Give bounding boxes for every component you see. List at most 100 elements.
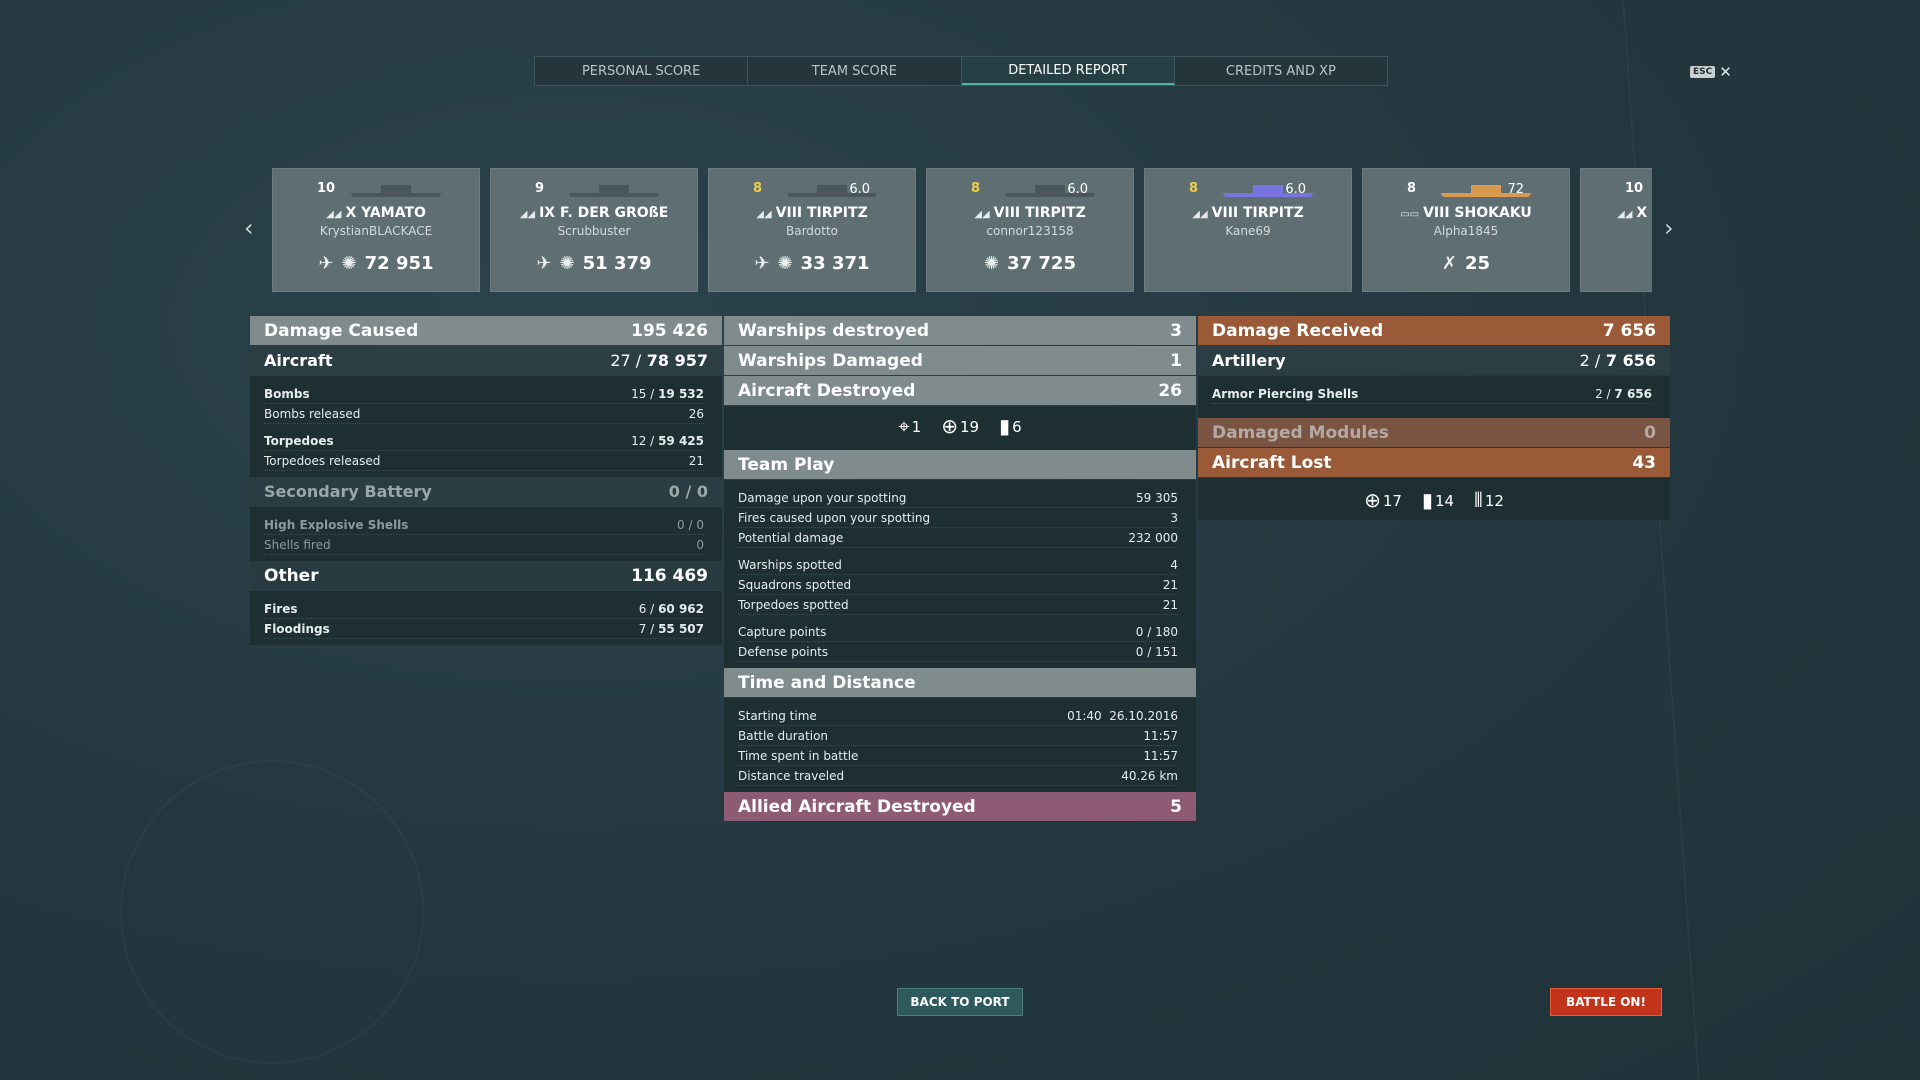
player-name: Kane69 bbox=[1225, 224, 1271, 238]
tp-row: Defense points 0 / 151 bbox=[738, 642, 1178, 662]
tp-row: Warships spotted 4 bbox=[738, 555, 1178, 575]
player-name: KrystianBLACKACE bbox=[319, 224, 433, 238]
damage-received-header: Damage Received 7 656 bbox=[1198, 316, 1670, 345]
torpedo-plane-icon: ✈ bbox=[536, 253, 552, 274]
carousel-prev-arrow[interactable]: ‹ bbox=[244, 214, 254, 242]
tab-team-score[interactable]: TEAM SCORE bbox=[748, 57, 962, 85]
shells-fired-row: Shells fired 0 bbox=[264, 535, 704, 555]
torpedoes-released-row: Torpedoes released 21 bbox=[264, 451, 704, 471]
bombs-released-row: Bombs released 26 bbox=[264, 404, 704, 424]
bombs-row: Bombs 15 / 19 532 bbox=[264, 384, 704, 404]
battleship-icon: ◢◢ bbox=[1192, 209, 1208, 220]
tp-row: Potential damage 232 000 bbox=[738, 528, 1178, 548]
tp-row: Squadrons spotted 21 bbox=[738, 575, 1178, 595]
ship-name: X bbox=[1636, 205, 1648, 221]
matchmaking-value: 72 bbox=[1507, 182, 1524, 197]
secondary-battery-header: Secondary Battery 0 / 0 bbox=[250, 477, 722, 506]
fighter-crosshair-icon: ⊕ bbox=[1364, 488, 1381, 512]
damage-caused-panel: Damage Caused 195 426 Aircraft 27 / 78 957… bbox=[250, 316, 722, 645]
team-play-header: Team Play bbox=[724, 450, 1196, 479]
player-name: Alpha1845 bbox=[1433, 224, 1499, 238]
ship-score: 25 bbox=[1465, 253, 1491, 274]
ship-tier: 10 bbox=[1625, 181, 1644, 196]
artillery-row: Artillery 2 / 7 656 bbox=[1198, 346, 1670, 375]
td-row: Battle duration 11:57 bbox=[738, 726, 1178, 746]
torpedo-bomber-crosshair-icon: ⊕ bbox=[941, 414, 958, 438]
tp-row: Torpedoes spotted 21 bbox=[738, 595, 1178, 615]
damage-burst-icon: ✺ bbox=[984, 253, 1000, 274]
ship-tier: 8 bbox=[753, 181, 763, 196]
tab-personal-score[interactable]: PERSONAL SCORE bbox=[535, 57, 749, 85]
damage-caused-header: Damage Caused 195 426 bbox=[250, 316, 722, 345]
td-row: Time spent in battle 11:57 bbox=[738, 746, 1178, 766]
close-icon: ✕ bbox=[1719, 63, 1732, 81]
ship-card[interactable]: 9 ◢◢ IX F. DER GROßE Scrubbuster ✈ ✺ 51 379 bbox=[490, 168, 698, 292]
damage-caused-value: 195 426 bbox=[631, 320, 708, 341]
damage-burst-icon: ✺ bbox=[341, 253, 357, 274]
torpedo-plane-icon: ✈ bbox=[754, 253, 770, 274]
battleship-icon: ◢◢ bbox=[756, 209, 772, 220]
battleship-icon: ◢◢ bbox=[326, 209, 342, 220]
ship-name: X YAMATO bbox=[345, 205, 426, 221]
aircraft-destroyed-header: Aircraft Destroyed 26 bbox=[724, 376, 1196, 405]
esc-key-label: ESC bbox=[1690, 66, 1716, 78]
ship-score: 51 379 bbox=[582, 253, 652, 274]
planes-destroyed-icon: ✗ bbox=[1441, 253, 1458, 274]
bomb-icon: ▮ bbox=[999, 414, 1011, 438]
ship-tier: 10 bbox=[317, 181, 336, 196]
torpedoes-row: Torpedoes 12 / 59 425 bbox=[264, 431, 704, 451]
aircraft-lost-breakdown: ⊕ 17 ▮ 14 ⦀ 12 bbox=[1198, 478, 1670, 520]
torpedo-icon: ⦀ bbox=[1474, 488, 1483, 512]
ship-card[interactable]: 8 72 ▭▭ VIII SHOKAKU Alpha1845 ✗ 25 bbox=[1362, 168, 1570, 292]
ship-tier: 9 bbox=[535, 181, 545, 196]
ship-card[interactable]: 8 6.0 ◢◢ VIII TIRPITZ connor123158 ✺ 37 72… bbox=[926, 168, 1134, 292]
player-name: Bardotto bbox=[785, 224, 839, 238]
ship-score: 33 371 bbox=[800, 253, 870, 274]
tab-detailed-report[interactable]: DETAILED REPORT bbox=[961, 57, 1175, 85]
ship-name: VIII SHOKAKU bbox=[1423, 205, 1532, 221]
back-to-port-button[interactable]: BACK TO PORT bbox=[897, 988, 1023, 1016]
ship-name: VIII TIRPITZ bbox=[993, 205, 1086, 221]
battleship-icon: ◢◢ bbox=[1617, 209, 1633, 220]
ship-silhouette-icon bbox=[351, 183, 441, 197]
ship-card[interactable]: 10 ◢◢ X bbox=[1580, 168, 1652, 292]
aircraft-lost-header: Aircraft Lost 43 bbox=[1198, 448, 1670, 477]
allied-aircraft-destroyed-header: Allied Aircraft Destroyed 5 bbox=[724, 792, 1196, 821]
fires-row: Fires 6 / 60 962 bbox=[264, 599, 704, 619]
tp-row: Capture points 0 / 180 bbox=[738, 622, 1178, 642]
battleship-icon: ◢◢ bbox=[519, 209, 536, 220]
tp-row: Damage upon your spotting 59 305 bbox=[738, 488, 1178, 508]
report-tabs: PERSONAL SCORE TEAM SCORE DETAILED REPOR… bbox=[534, 56, 1388, 86]
ship-card[interactable]: 8 6.0 ◢◢ VIII TIRPITZ Kane69 bbox=[1144, 168, 1352, 292]
damage-burst-icon: ✺ bbox=[777, 253, 793, 274]
matchmaking-value: 6.0 bbox=[849, 182, 870, 197]
floodings-row: Floodings 7 / 55 507 bbox=[264, 619, 704, 639]
player-name: connor123158 bbox=[986, 224, 1074, 238]
battle-on-button[interactable]: BATTLE ON! bbox=[1550, 988, 1662, 1016]
fighter-crosshair-icon: ⌖ bbox=[898, 414, 910, 438]
time-distance-header: Time and Distance bbox=[724, 668, 1196, 697]
matchmaking-value: 6.0 bbox=[1067, 182, 1088, 197]
aircraft-damage-row: Aircraft 27 / 78 957 bbox=[250, 346, 722, 375]
ship-score: 37 725 bbox=[1007, 253, 1076, 274]
ship-silhouette-icon bbox=[569, 183, 659, 197]
ship-name: VIII TIRPITZ bbox=[1211, 205, 1304, 221]
ship-name: IX F. DER GROßE bbox=[539, 205, 669, 221]
td-row: Distance traveled 40.26 km bbox=[738, 766, 1178, 786]
damage-burst-icon: ✺ bbox=[559, 253, 575, 274]
player-name: Scrubbuster bbox=[557, 224, 631, 238]
ship-tier: 8 bbox=[971, 181, 981, 196]
carousel-next-arrow[interactable]: › bbox=[1664, 214, 1674, 242]
he-shells-row: High Explosive Shells 0 / 0 bbox=[264, 515, 704, 535]
matchmaking-value: 6.0 bbox=[1285, 182, 1306, 197]
battleship-icon: ◢◢ bbox=[974, 209, 990, 220]
ship-card[interactable]: 10 ◢◢ X YAMATO KrystianBLACKACE ✈ ✺ 72 951 bbox=[272, 168, 480, 292]
ap-shells-row: Armor Piercing Shells 2 / 7 656 bbox=[1212, 384, 1652, 404]
other-damage-header: Other 116 469 bbox=[250, 561, 722, 590]
carrier-icon: ▭▭ bbox=[1400, 209, 1420, 220]
ship-score: 72 951 bbox=[364, 253, 434, 274]
close-button[interactable]: ESC ✕ bbox=[1690, 63, 1732, 81]
tab-credits-and-xp[interactable]: CREDITS AND XP bbox=[1174, 57, 1387, 85]
ship-card[interactable]: 8 6.0 ◢◢ VIII TIRPITZ Bardotto ✈ ✺ 33 371 bbox=[708, 168, 916, 292]
kills-panel: Warships destroyed 3 Warships Damaged 1 Ai… bbox=[724, 316, 1196, 822]
